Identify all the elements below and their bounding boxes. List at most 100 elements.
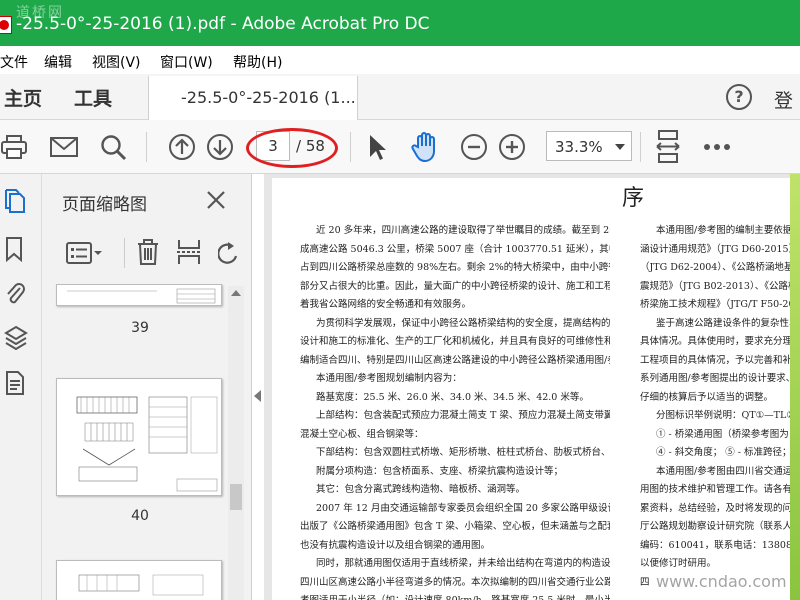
document-text-line: 附属分项构造：包含桥面系、支座、桥梁抗震构造设计等；: [316, 465, 564, 477]
document-left-column: 近 20 多年来，四川高速公路的建设取得了举世瞩目的成绩。截至到 2013 年底…: [300, 222, 610, 600]
extract-pages-icon[interactable]: [176, 238, 202, 270]
document-text-line: 工程项目的具体情况，予以完善和补充。设计: [640, 354, 790, 366]
close-icon[interactable]: [204, 188, 228, 212]
zoom-select[interactable]: 33.3%: [546, 131, 632, 161]
search-icon[interactable]: [96, 120, 130, 174]
thumbnail-list: 39 40: [42, 284, 246, 600]
document-text-line: 本通用图/参考图规划编制内容为：: [316, 373, 462, 384]
document-text-line: 涵设计通用规范》（JTG D60-2015）、《公路: [640, 243, 790, 255]
document-text-line: 桥梁施工技术规程》（JTG/T F50-2011）等标: [640, 299, 790, 310]
navigation-rail: [0, 174, 42, 600]
trash-icon[interactable]: [136, 238, 160, 270]
page-thumbnails-icon[interactable]: [4, 188, 26, 218]
thumbnail-page-39[interactable]: [56, 284, 222, 306]
login-button[interactable]: 登: [774, 86, 793, 113]
document-tab-label: -25.5-0°-25-2016 (1...: [181, 88, 356, 107]
document-text-line: 仔细的核算后予以适当的调整。: [640, 391, 774, 403]
document-text-line: 分图标识举例说明：QT①—TL②—25.: [656, 410, 790, 421]
menu-file[interactable]: 文件: [0, 52, 28, 72]
attachment-icon[interactable]: [4, 280, 26, 310]
document-text-line: 考图适用于小半径（如：设计速度 80km/h，路基宽度 25.5 米时，最小半径…: [300, 592, 610, 600]
document-text-line: ① - 桥梁通用图（桥梁参考图为 QC）: [656, 428, 790, 440]
page-down-icon[interactable]: [204, 120, 236, 174]
document-properties-icon[interactable]: [4, 370, 26, 400]
document-text-line: 其它：包含分离式跨线构造物、暗板桥、涵洞等。: [316, 484, 526, 495]
help-icon[interactable]: ?: [726, 84, 752, 110]
document-text-line: 本通用图/参考图的编制主要依据《公路: [656, 225, 790, 236]
fit-page-icon[interactable]: [652, 120, 684, 174]
more-icon[interactable]: [700, 120, 734, 174]
rotate-icon[interactable]: [217, 240, 238, 270]
tab-home[interactable]: 主页: [4, 84, 42, 111]
thumbnail-label: 39: [131, 320, 149, 336]
menu-view[interactable]: 视图(V): [92, 52, 141, 72]
window-title: -25.5-0°-25-2016 (1).pdf - Adobe Acrobat…: [16, 14, 430, 34]
document-text-line: 本通用图/参考图由四川省交通运输厅公: [656, 465, 790, 477]
document-text-line: 2007 年 12 月由交通运输部专家委员会组织全国 20 多家公路甲级设计企业…: [316, 502, 610, 514]
bookmark-icon[interactable]: [4, 236, 24, 266]
document-heading: 序: [622, 186, 645, 211]
page-up-icon[interactable]: [166, 120, 198, 174]
document-text-line: 部分又占很大的比重。因此，量大面广的中小跨径桥梁的设计、施工和工程质量直接关系: [300, 280, 610, 292]
red-highlight-annotation: [246, 128, 338, 168]
panel-toolbar: [42, 232, 252, 276]
document-text-line: 鉴于高速公路建设条件的复杂性、多样性: [656, 317, 790, 329]
collapse-panel-icon[interactable]: [254, 390, 261, 402]
document-text-line: 四川山区高速公路小半径弯道多的情况。本次拟编制的四川省交通行业公路桥梁通用图/参: [300, 576, 610, 588]
thumbnail-scrollbar[interactable]: [228, 286, 244, 600]
email-icon[interactable]: [48, 120, 80, 174]
document-right-column: 本通用图/参考图的编制主要依据《公路涵设计通用规范》（JTG D60-2015）…: [640, 222, 790, 592]
thumbnail-page-40[interactable]: [56, 378, 222, 496]
menu-window[interactable]: 窗口(W): [160, 52, 213, 72]
document-text-line: 也没有抗震构造设计以及组合钢梁的通用图。: [300, 539, 491, 551]
document-text-line: 为贯彻科学发展观，保证中小跨径公路桥梁结构的安全度，提高结构的耐久性，实现: [316, 317, 610, 329]
window-edge: [790, 174, 800, 600]
hand-tool-icon[interactable]: [408, 120, 442, 174]
thumbnail-options-icon[interactable]: [66, 240, 104, 270]
menu-bar: 文件 编辑 视图(V) 窗口(W) 帮助(H): [0, 46, 800, 74]
thumbnail-page-41[interactable]: [56, 560, 222, 600]
document-text-line: 出版了《公路桥梁通用图》包含 T 梁、小箱梁、空心板，但未涵盖与之配套的下部结构…: [300, 521, 610, 532]
chevron-down-icon: [615, 144, 625, 150]
zoom-value: 33.3%: [555, 138, 603, 156]
document-text-line: 着我省公路网络的安全畅通和有效服务。: [300, 299, 472, 310]
document-text-line: 系列通用图/参考图提出的设计要求、建议的施: [640, 373, 790, 384]
zoom-out-icon[interactable]: [458, 120, 490, 174]
document-text-line: 混凝土空心板、组合钢梁等：: [300, 428, 424, 440]
document-text-line: 具体情况。具体使用时，要求充分理解设计原: [640, 336, 790, 347]
menu-help[interactable]: 帮助(H): [233, 52, 282, 72]
zoom-in-icon[interactable]: [496, 120, 528, 174]
print-icon[interactable]: [0, 120, 30, 174]
document-text-line: 下部结构：包含双圆柱式桥墩、矩形桥墩、桩柱式桥台、肋板式桥台、重力式桥台等；: [316, 447, 610, 458]
document-text-line: （JTG D62-2004）、《公路桥涵地基与基础设: [640, 262, 790, 273]
document-text-line: 路基宽度：25.5 米、26.0 米、34.0 米、34.5 米、42.0 米等…: [316, 391, 589, 403]
layers-icon[interactable]: [4, 324, 28, 354]
toolbar: [0, 120, 800, 174]
document-text-line: 同时，那就通用图仅适用于直线桥梁，并未给出结构在弯道内的构造设计，无法适应: [316, 558, 610, 569]
document-text-line: 震规范》（JTG B02-2013）、《公路桥涵施工: [640, 280, 790, 292]
document-text-line: 厅公路规划勘察设计研究院（联系人：江大: [640, 521, 790, 532]
document-text-line: 累资料，总结经验，及时将发现的问题、修订: [640, 502, 790, 514]
panel-title: 页面缩略图: [62, 195, 147, 215]
document-text-line: 近 20 多年来，四川高速公路的建设取得了举世瞩目的成绩。截至到 2013 年底…: [316, 225, 610, 236]
document-text-line: 成高速公路 5046.3 公里，桥梁 5007 座（合计 1003770.51 …: [300, 243, 610, 255]
select-cursor-icon[interactable]: [364, 120, 390, 174]
scroll-up-icon[interactable]: [231, 290, 241, 296]
title-bar: 道桥网 -25.5-0°-25-2016 (1).pdf - Adobe Acr…: [0, 0, 800, 46]
document-text-line: 以便修订时研用。: [640, 558, 717, 569]
tab-bar: 主页 工具 -25.5-0°-25-2016 (1...: [0, 74, 800, 120]
tab-tools[interactable]: 工具: [74, 84, 112, 111]
thumbnail-label: 40: [131, 508, 149, 524]
document-text-line: ④ - 斜交角度； ⑤ - 标准跨径；⑥: [656, 447, 790, 458]
document-text-line: 编制适合四川、特别是四川山区高速公路建设的中小跨径公路桥梁通用图/参考图。: [300, 354, 610, 366]
acrobat-app-icon[interactable]: [0, 16, 12, 34]
document-text-line: 用图的技术维护和管理工作。请各有关单位在: [640, 484, 790, 495]
tab-document[interactable]: -25.5-0°-25-2016 (1...: [148, 76, 358, 120]
document-text-line: 设计和施工的标准化、生产的工厂化和机械化，并且具有良好的可维修性和可更换性，特: [300, 336, 610, 347]
site-watermark-bottom: www.cndao.com: [656, 572, 787, 591]
document-text-line: 占到四川公路桥梁总座数的 98%左右。剩余 2%的特大桥梁中，由中小跨径桥梁组成…: [300, 262, 610, 273]
page-thumbnails-panel: 页面缩略图 39 40: [42, 174, 252, 600]
menu-edit[interactable]: 编辑: [44, 52, 72, 72]
document-text-line: 编码：610041，联系电话：13808064396，邮箱：: [640, 539, 790, 551]
scroll-thumb[interactable]: [230, 484, 242, 510]
